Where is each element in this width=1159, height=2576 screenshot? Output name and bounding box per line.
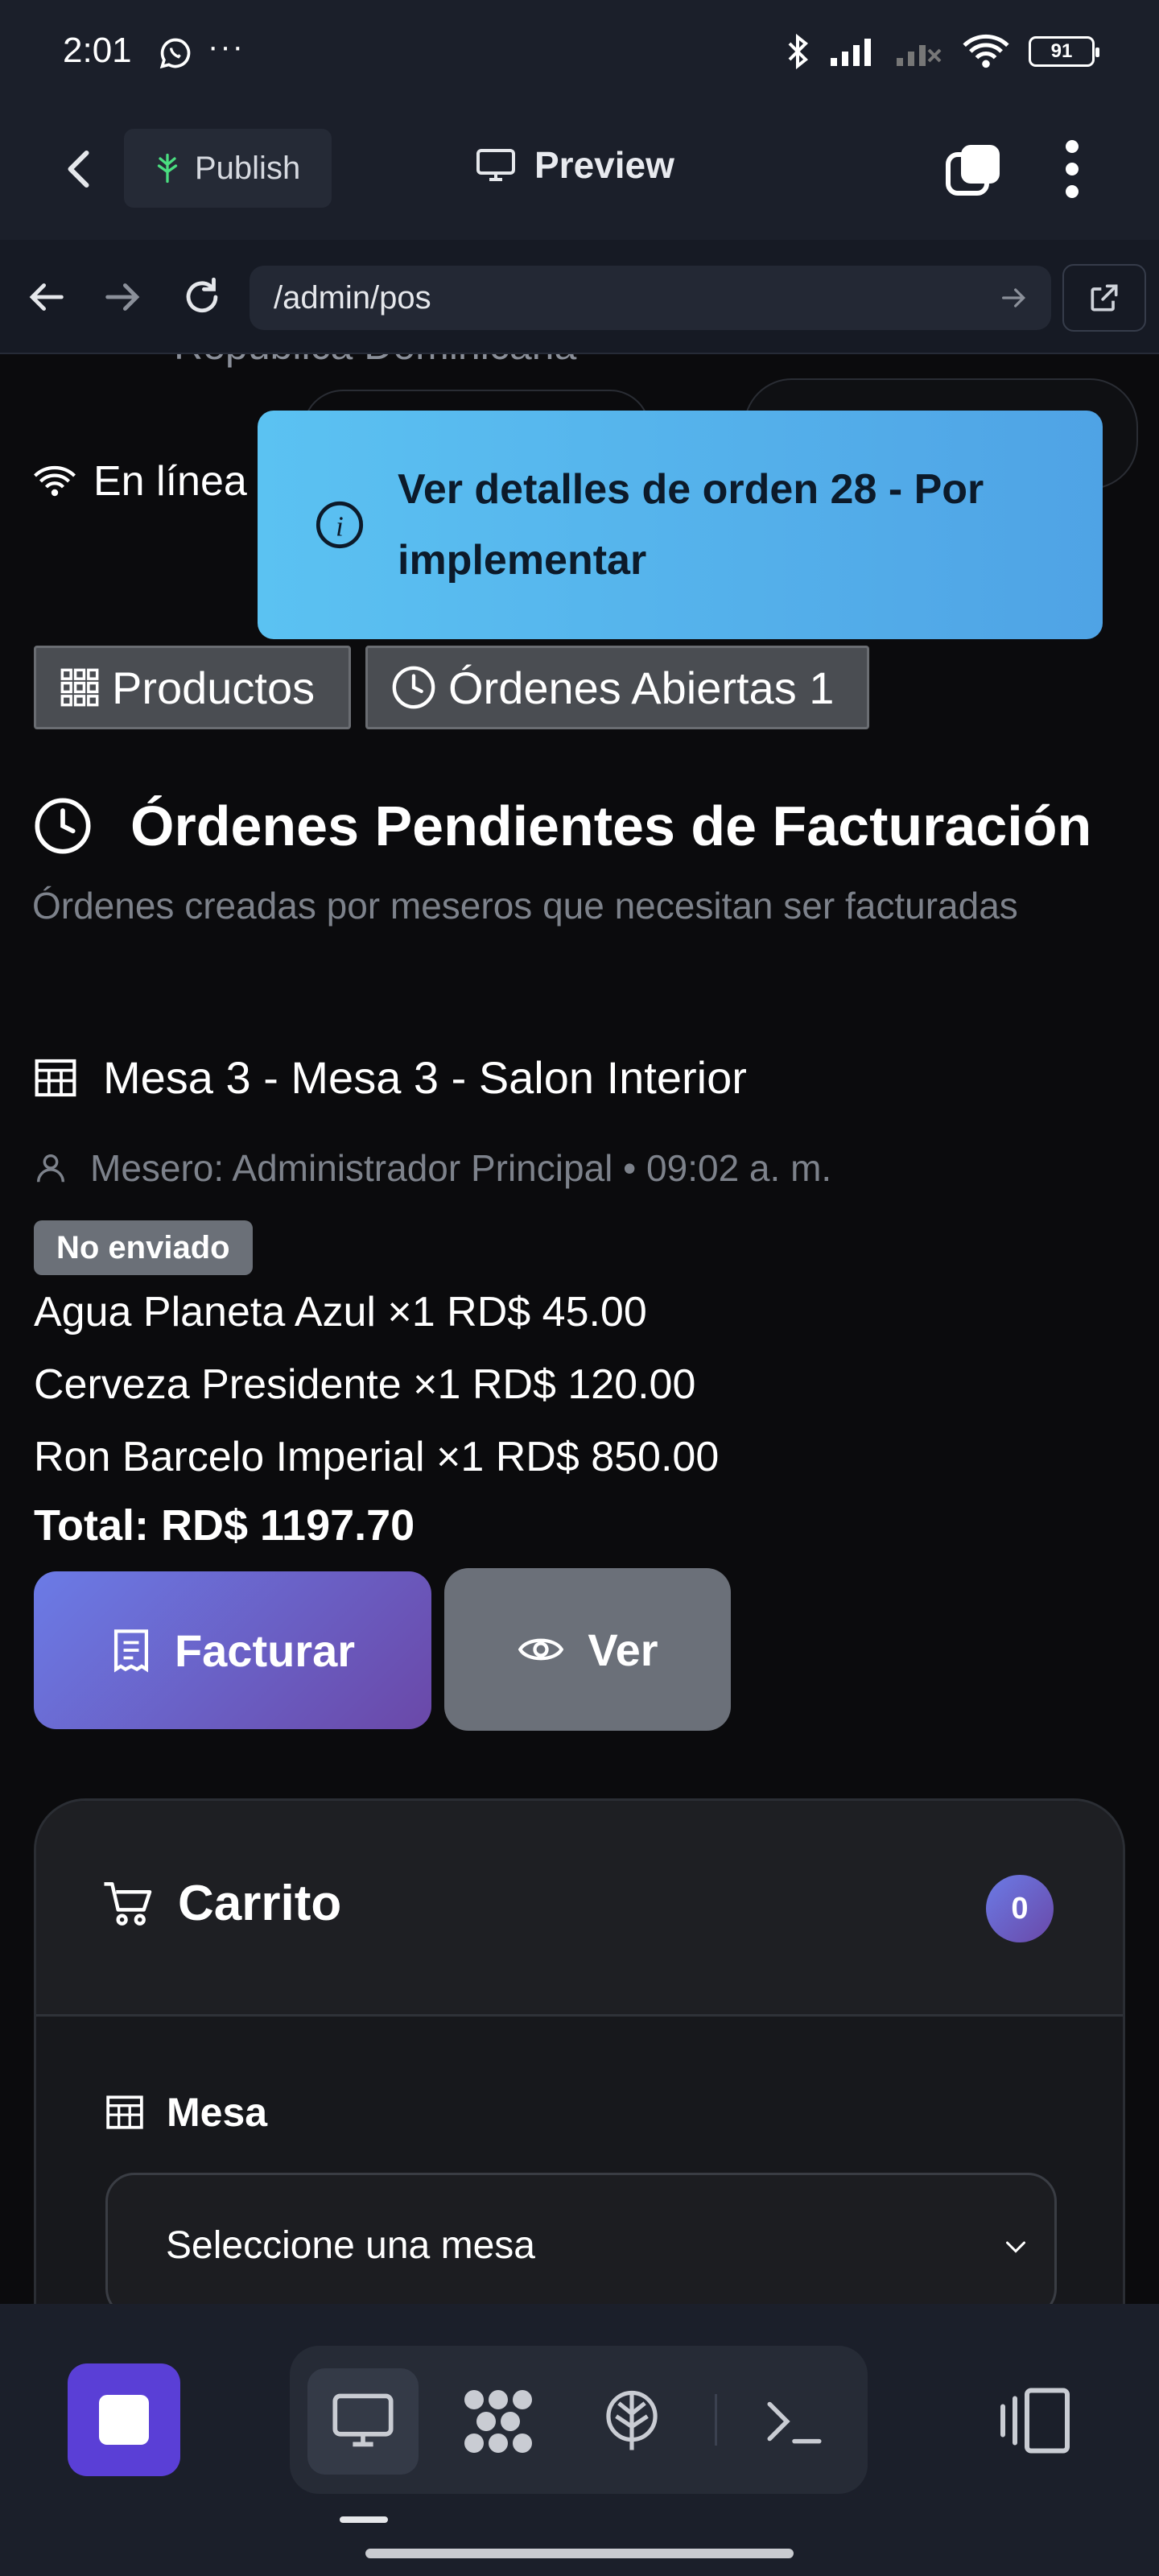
- order-waiter-text: Mesero: Administrador Principal • 09:02 …: [90, 1147, 832, 1189]
- modules-icon: [464, 2390, 532, 2453]
- order-item: Cerveza Presidente ×1 RD$ 120.00: [34, 1361, 696, 1408]
- chevron-down-icon: [1006, 2241, 1025, 2253]
- table-field-label: Mesa: [104, 2089, 267, 2136]
- section-title-text: Órdenes Pendientes de Facturación: [130, 795, 1092, 857]
- order-item: Agua Planeta Azul ×1 RD$ 45.00: [34, 1289, 647, 1335]
- signal-off-icon: [897, 45, 942, 66]
- stop-square-icon: [99, 2395, 149, 2445]
- table-field-label-text: Mesa: [167, 2090, 268, 2135]
- order-waiter: Mesero: Administrador Principal • 09:02 …: [32, 1146, 831, 1190]
- toast-message: Ver detalles de orden 28 - Por implement…: [398, 466, 984, 584]
- clock-icon: [392, 666, 435, 709]
- receipt-icon: [113, 1629, 148, 1673]
- table-icon: [35, 1059, 76, 1096]
- info-icon: i: [316, 501, 364, 549]
- cart-panel: Carrito 0 Mesa Seleccione una mesa: [34, 1798, 1125, 2304]
- view-button[interactable]: Ver: [444, 1568, 731, 1731]
- tab-ordenes-label: Órdenes Abiertas 1: [448, 662, 835, 713]
- preview-label: Preview: [534, 144, 674, 186]
- bluetooth-icon: [788, 33, 808, 70]
- clock-icon: [35, 798, 91, 854]
- publish-label: Publish: [195, 150, 301, 186]
- connection-status-label: En línea: [93, 458, 247, 505]
- main-content: República Dominicana En línea i Ver deta…: [0, 354, 1159, 2304]
- url-text: /admin/pos: [274, 279, 431, 316]
- preview-tool-button[interactable]: [307, 2368, 419, 2475]
- invoice-button[interactable]: Facturar: [34, 1571, 431, 1729]
- tab-ordenes-abiertas[interactable]: Órdenes Abiertas 1: [365, 646, 869, 729]
- svg-text:i: i: [336, 511, 344, 542]
- monitor-icon: [476, 149, 515, 181]
- more-vertical-icon[interactable]: [1054, 137, 1090, 201]
- cart-title: Carrito: [102, 1875, 341, 1932]
- toolbar-divider: [715, 2394, 717, 2446]
- url-input[interactable]: /admin/pos: [250, 266, 1051, 330]
- section-subtitle: Órdenes creadas por meseros que necesita…: [32, 885, 1018, 927]
- status-bar: 2:01 ··· 91: [0, 0, 1159, 105]
- tabs-switcher-icon[interactable]: [943, 140, 1004, 201]
- status-badge: No enviado: [34, 1220, 253, 1275]
- table-icon: [106, 2095, 143, 2129]
- page-indicator: [340, 2516, 388, 2523]
- section-title: Órdenes Pendientes de Facturación: [32, 794, 1091, 858]
- order-title: Mesa 3 - Mesa 3 - Salon Interior: [32, 1051, 747, 1104]
- preview-tab[interactable]: Preview: [475, 143, 674, 187]
- table-select[interactable]: Seleccione una mesa: [105, 2173, 1057, 2304]
- split-view-icon[interactable]: [995, 2384, 1075, 2457]
- battery-level: 91: [1050, 40, 1073, 62]
- shopping-cart-icon: [104, 1881, 152, 1926]
- tab-productos-label: Productos: [112, 662, 316, 713]
- signal-icon: [831, 39, 871, 66]
- open-external-button[interactable]: [1062, 264, 1146, 332]
- overflow-dots: ···: [208, 29, 245, 64]
- app-bar: Publish Preview: [0, 105, 1159, 240]
- deploy-icon: [606, 2390, 658, 2450]
- wifi-icon: [34, 465, 76, 497]
- reload-icon[interactable]: [179, 274, 225, 320]
- view-button-label: Ver: [588, 1624, 658, 1675]
- deploy-tool-button[interactable]: [576, 2368, 687, 2475]
- tool-group: [290, 2346, 868, 2494]
- whatsapp-icon: [159, 38, 191, 69]
- go-arrow-icon[interactable]: [998, 282, 1030, 314]
- browser-toolbar: /admin/pos: [0, 240, 1159, 354]
- invoice-button-label: Facturar: [174, 1624, 356, 1676]
- country-label: República Dominicana: [174, 354, 576, 369]
- cart-header: Carrito 0: [36, 1801, 1123, 2017]
- order-title-text: Mesa 3 - Mesa 3 - Salon Interior: [103, 1052, 747, 1103]
- packages-tool-button[interactable]: [443, 2368, 554, 2475]
- battery-icon: 91: [1029, 36, 1099, 67]
- monitor-icon: [332, 2393, 394, 2447]
- browser-back-icon[interactable]: [23, 274, 69, 320]
- table-select-value: Seleccione una mesa: [166, 2223, 535, 2267]
- terminal-tool-button[interactable]: [739, 2368, 850, 2475]
- eye-icon: [518, 1638, 564, 1661]
- terminal-icon: [767, 2401, 822, 2444]
- cart-title-text: Carrito: [178, 1876, 342, 1931]
- user-icon: [36, 1154, 65, 1183]
- cart-count-badge: 0: [986, 1875, 1054, 1942]
- browser-forward-icon[interactable]: [100, 274, 146, 320]
- back-chevron-icon[interactable]: [56, 145, 105, 193]
- wifi-icon: [963, 34, 1009, 68]
- publish-tree-icon: [157, 153, 178, 184]
- order-total: Total: RD$ 1197.70: [34, 1501, 415, 1550]
- grid-icon: [60, 668, 99, 707]
- bottom-toolbar: [0, 2304, 1159, 2576]
- home-indicator[interactable]: [365, 2549, 794, 2558]
- publish-button[interactable]: Publish: [124, 129, 332, 208]
- order-item: Ron Barcelo Imperial ×1 RD$ 850.00: [34, 1434, 720, 1480]
- tab-productos[interactable]: Productos: [34, 646, 351, 729]
- stop-button[interactable]: [68, 2363, 180, 2476]
- status-time: 2:01: [63, 31, 132, 70]
- external-link-icon: [1091, 284, 1118, 312]
- info-toast[interactable]: i Ver detalles de orden 28 - Por impleme…: [258, 411, 1103, 639]
- connection-status: En línea: [32, 457, 247, 506]
